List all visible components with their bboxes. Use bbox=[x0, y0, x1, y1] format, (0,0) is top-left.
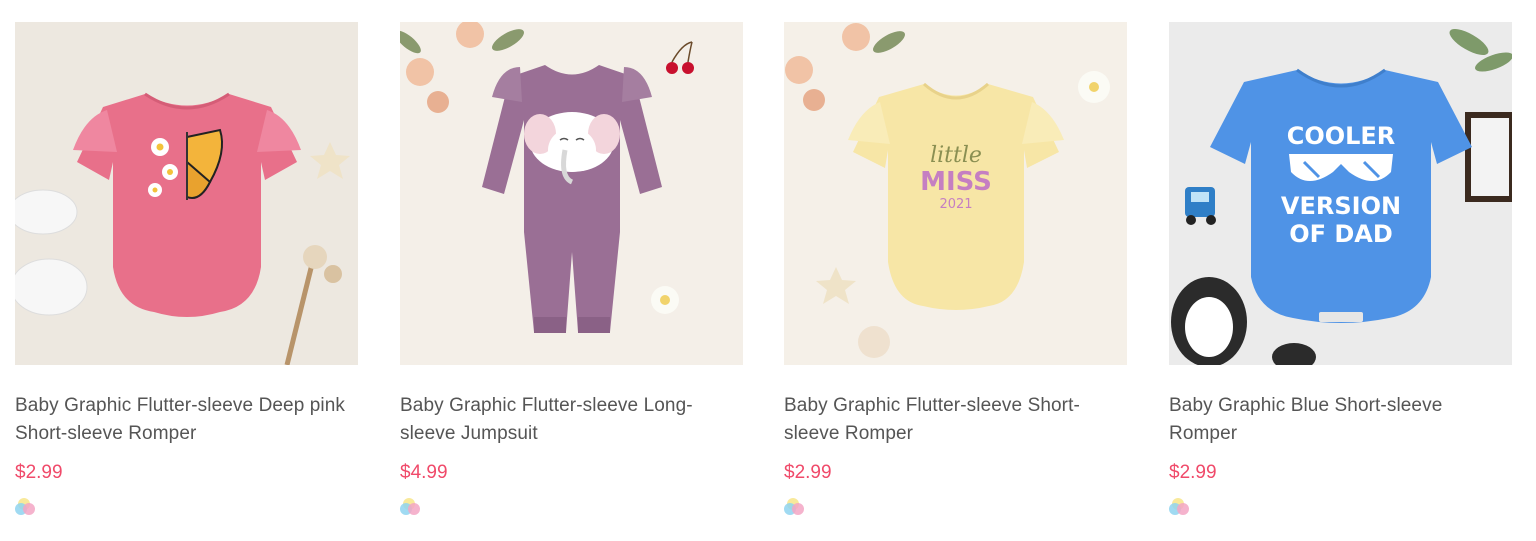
color-swatch-icon[interactable] bbox=[1169, 497, 1193, 517]
product-card[interactable]: COOLER VERSION OF DAD Baby Graphic Blue … bbox=[1169, 22, 1512, 517]
print-line3: OF DAD bbox=[1289, 220, 1393, 248]
product-image[interactable]: COOLER VERSION OF DAD bbox=[1169, 22, 1512, 365]
product-title[interactable]: Baby Graphic Flutter-sleeve Short-sleeve… bbox=[784, 392, 1127, 448]
print-line1: little bbox=[930, 143, 982, 168]
color-swatch-icon[interactable] bbox=[784, 497, 808, 517]
product-image[interactable] bbox=[400, 22, 743, 365]
color-swatch-icon[interactable] bbox=[15, 497, 39, 517]
product-title[interactable]: Baby Graphic Flutter-sleeve Long-sleeve … bbox=[400, 392, 743, 448]
product-price: $2.99 bbox=[15, 462, 63, 483]
print-line3: 2021 bbox=[939, 197, 972, 212]
product-image[interactable] bbox=[15, 22, 358, 365]
product-price: $2.99 bbox=[784, 462, 832, 483]
product-title[interactable]: Baby Graphic Flutter-sleeve Deep pink Sh… bbox=[15, 392, 358, 448]
product-card[interactable]: Baby Graphic Flutter-sleeve Deep pink Sh… bbox=[15, 22, 358, 517]
product-title[interactable]: Baby Graphic Blue Short-sleeve Romper bbox=[1169, 392, 1512, 448]
color-swatch-icon[interactable] bbox=[400, 497, 424, 517]
product-card[interactable]: little MISS 2021 Baby Graphic Flutter-sl… bbox=[784, 22, 1127, 517]
product-price: $2.99 bbox=[1169, 462, 1217, 483]
print-line2: MISS bbox=[920, 167, 992, 197]
print-line1: COOLER bbox=[1287, 122, 1396, 150]
product-card[interactable]: Baby Graphic Flutter-sleeve Long-sleeve … bbox=[400, 22, 743, 517]
product-image[interactable]: little MISS 2021 bbox=[784, 22, 1127, 365]
print-line2: VERSION bbox=[1281, 192, 1401, 220]
product-grid: Baby Graphic Flutter-sleeve Deep pink Sh… bbox=[0, 0, 1536, 541]
product-price: $4.99 bbox=[400, 462, 448, 483]
